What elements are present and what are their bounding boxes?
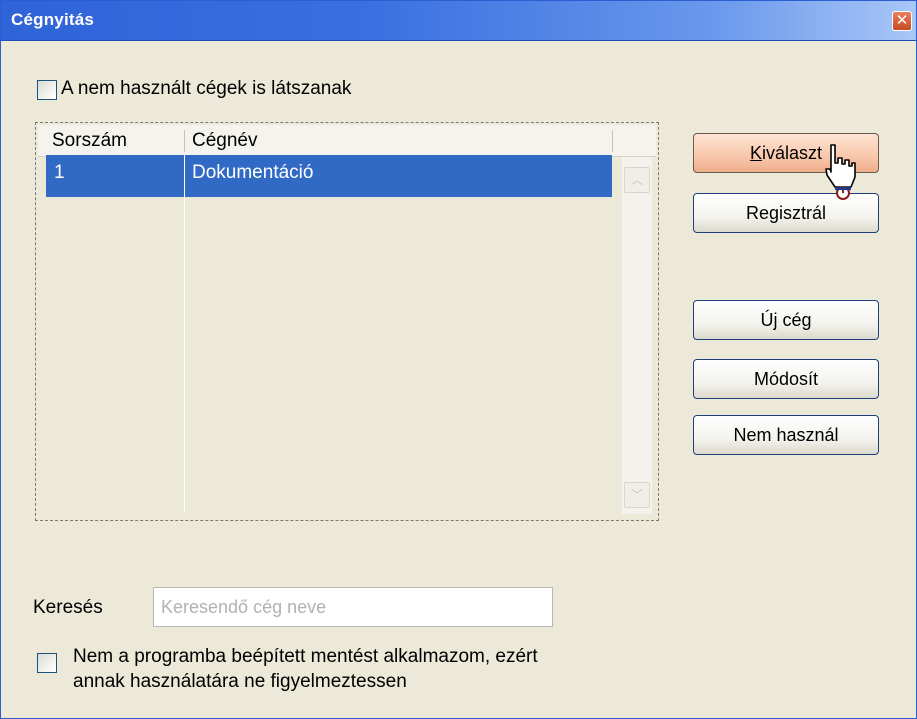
chevron-up-icon: ︿: [630, 173, 643, 187]
backup-warning-checkbox[interactable]: [37, 653, 57, 673]
column-header-number[interactable]: Sorszám: [44, 125, 184, 156]
company-list-inner: Sorszám Cégnév 1 Dokumentáció ︿ ﹀: [38, 125, 656, 518]
register-button[interactable]: Regisztrál: [693, 193, 879, 233]
column-grid-line: [184, 197, 185, 512]
dialog-window: Cégnyitás ✕ A nem használt cégek is láts…: [0, 0, 917, 719]
row-number-cell: 1: [54, 162, 65, 183]
dialog-body: A nem használt cégek is látszanak Sorszá…: [9, 41, 910, 714]
search-label: Keresés: [33, 597, 103, 618]
show-unused-checkbox[interactable]: [37, 80, 57, 100]
search-input[interactable]: [153, 587, 553, 627]
chevron-down-icon: ﹀: [630, 488, 643, 502]
company-list[interactable]: Sorszám Cégnév 1 Dokumentáció ︿ ﹀: [35, 122, 659, 521]
title-bar[interactable]: Cégnyitás ✕: [1, 1, 916, 41]
select-button[interactable]: Kiválaszt: [693, 133, 879, 173]
close-icon: ✕: [895, 12, 909, 29]
close-button[interactable]: ✕: [892, 11, 912, 31]
window-title: Cégnyitás: [11, 10, 95, 29]
backup-warning-label-line2[interactable]: annak használatára ne figyelmeztessen: [73, 671, 407, 693]
disable-button[interactable]: Nem használ: [693, 415, 879, 455]
table-header: Sorszám Cégnév: [38, 125, 656, 157]
table-row-selected[interactable]: 1 Dokumentáció: [46, 155, 612, 197]
show-unused-label[interactable]: A nem használt cégek is látszanak: [61, 78, 351, 100]
scroll-up-button[interactable]: ︿: [624, 167, 650, 193]
scroll-down-button[interactable]: ﹀: [624, 482, 650, 508]
column-header-name[interactable]: Cégnév: [184, 125, 584, 156]
backup-warning-label-line1[interactable]: Nem a programba beépített mentést alkalm…: [73, 646, 538, 668]
select-mnemonic: K: [749, 143, 762, 163]
column-separator[interactable]: [612, 130, 613, 152]
new-company-button[interactable]: Új cég: [693, 300, 879, 340]
vertical-scrollbar[interactable]: ︿ ﹀: [622, 157, 652, 514]
row-name-cell: Dokumentáció: [192, 162, 314, 183]
modify-button[interactable]: Módosít: [693, 359, 879, 399]
select-button-label: iválaszt: [761, 143, 823, 163]
